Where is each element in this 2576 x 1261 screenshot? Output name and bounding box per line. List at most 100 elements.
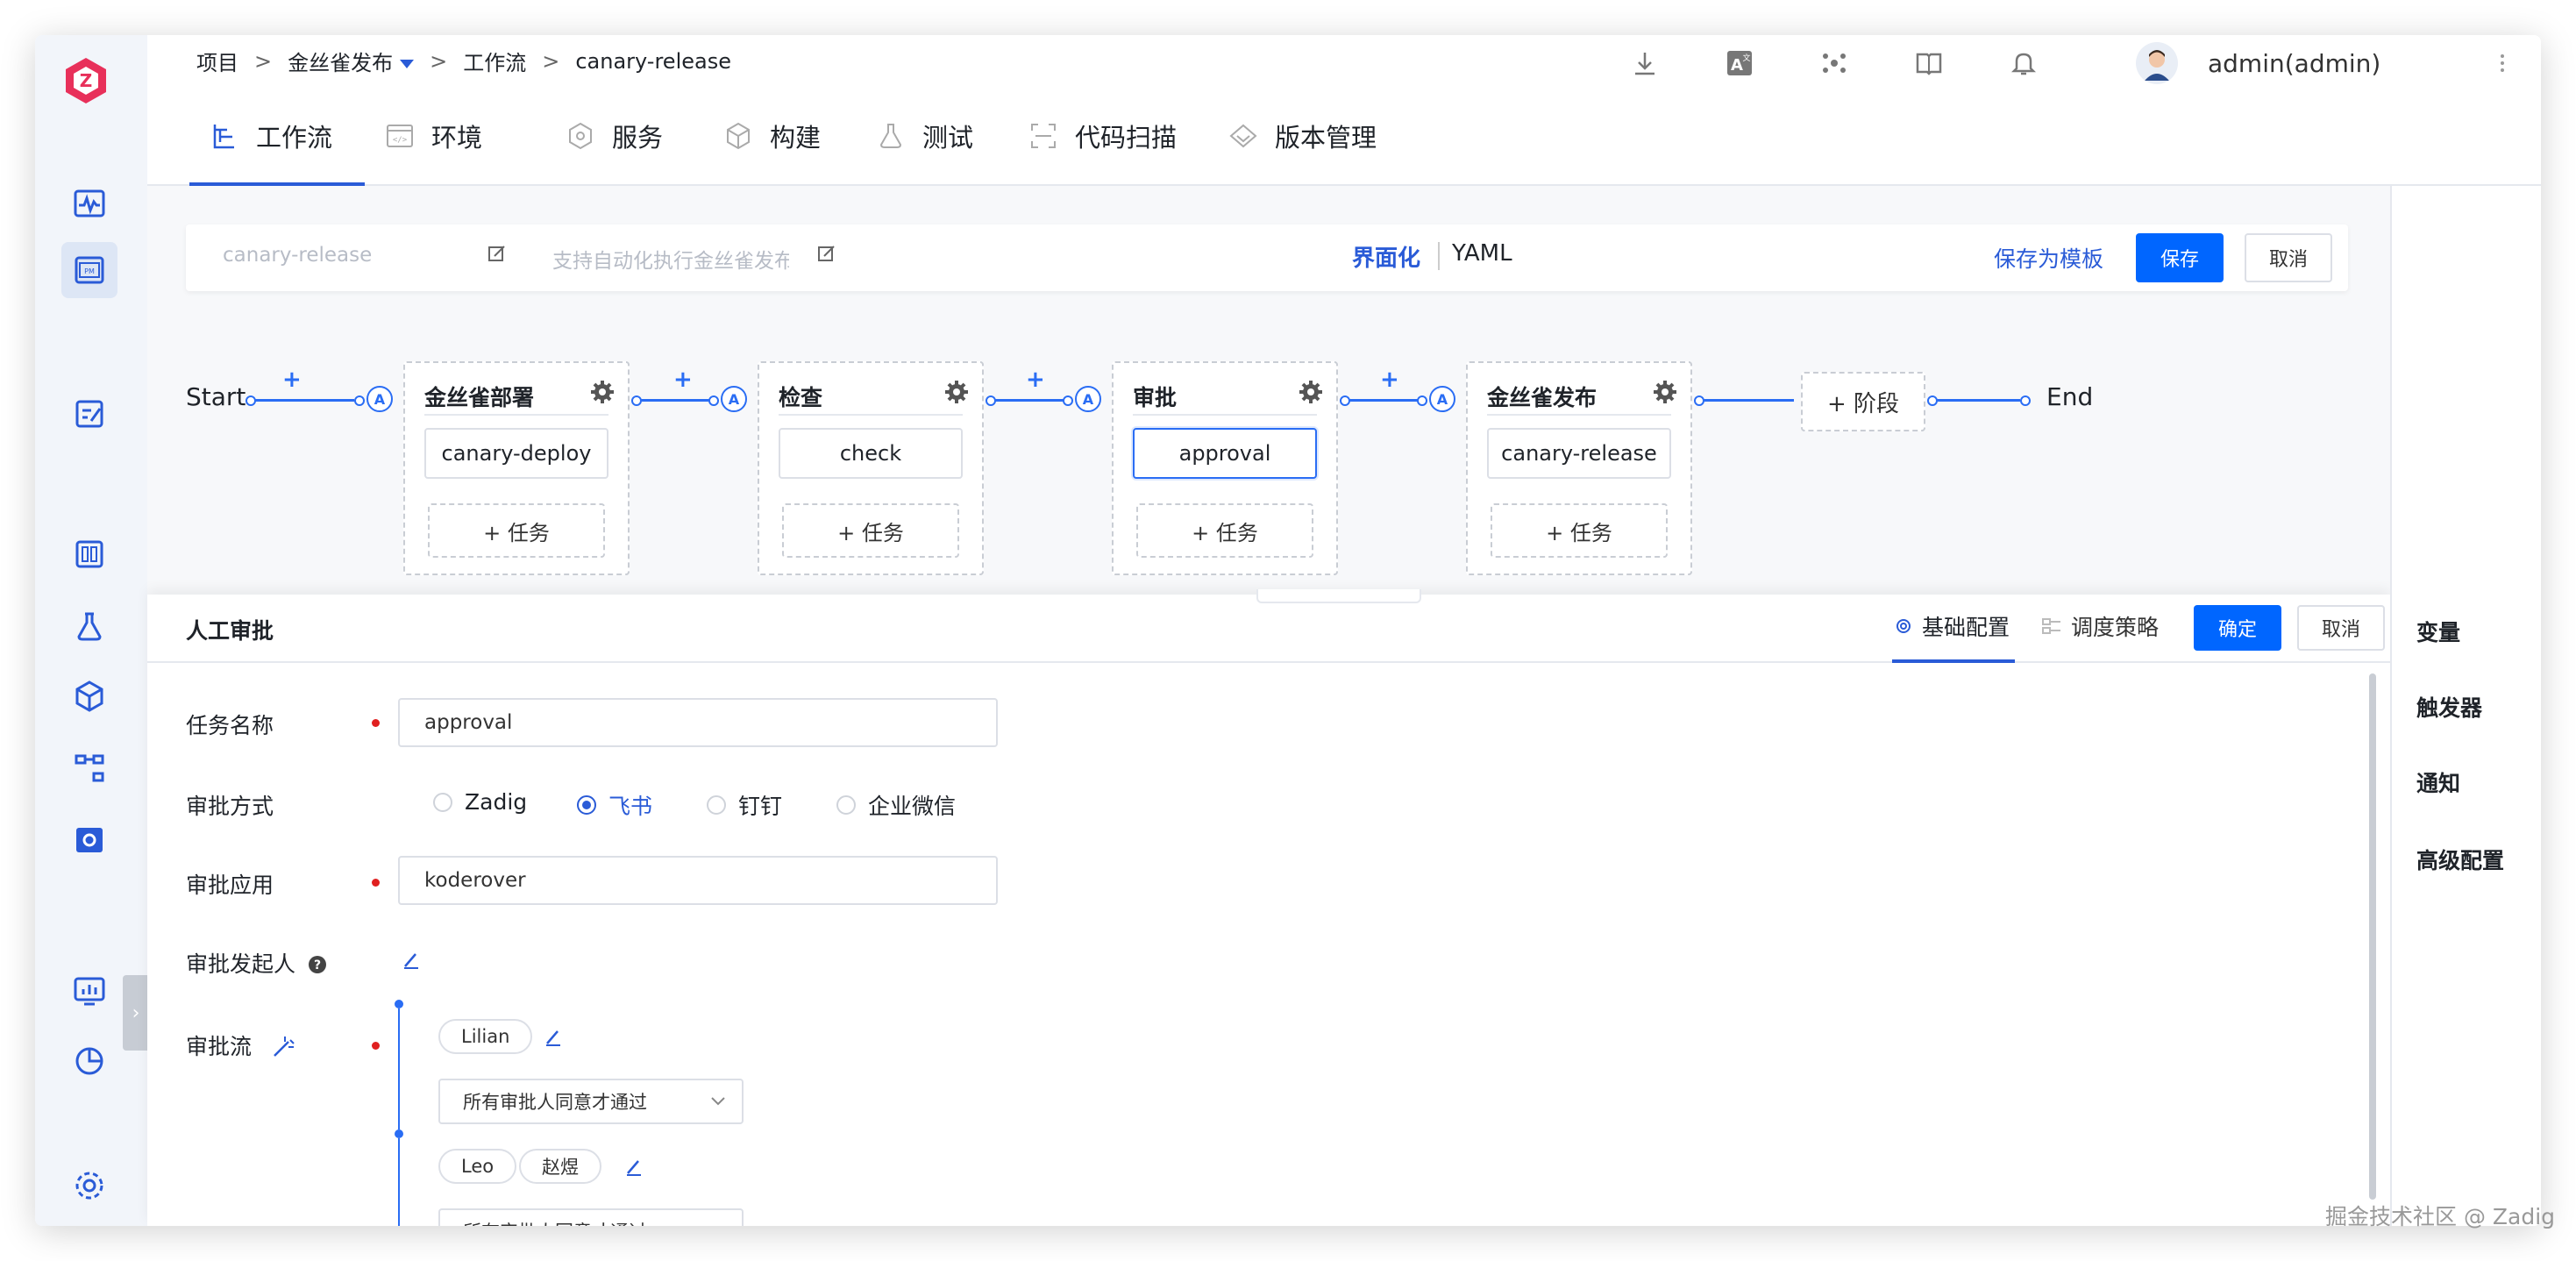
edit-description-icon[interactable] bbox=[817, 244, 838, 265]
zadig-logo[interactable]: Z bbox=[60, 54, 112, 107]
right-panel-advanced[interactable]: 高级配置 bbox=[2416, 844, 2504, 875]
job-chip-selected[interactable]: approval bbox=[1133, 428, 1317, 479]
translate-icon[interactable]: A文 bbox=[1724, 47, 1755, 79]
add-task-button[interactable]: + 任务 bbox=[782, 503, 959, 558]
add-task-button[interactable]: + 任务 bbox=[1136, 503, 1313, 558]
mode-ui-button[interactable]: 界面化 bbox=[1352, 240, 1420, 273]
job-chip[interactable]: canary-deploy bbox=[424, 428, 608, 479]
project-pm-icon[interactable]: PM bbox=[61, 242, 117, 298]
cancel-button[interactable]: 取消 bbox=[2245, 233, 2332, 282]
approval-rule-select[interactable]: 所有审批人同意才通过 bbox=[438, 1208, 744, 1226]
confirm-button[interactable]: 确定 bbox=[2194, 605, 2281, 651]
radio-zadig[interactable]: Zadig bbox=[433, 789, 527, 815]
job-chip[interactable]: check bbox=[779, 428, 963, 479]
tab-workflow-label: 工作流 bbox=[256, 123, 333, 153]
save-button[interactable]: 保存 bbox=[2136, 233, 2224, 282]
docs-book-icon[interactable] bbox=[1913, 47, 1945, 79]
edit-name-icon[interactable] bbox=[487, 244, 509, 265]
artifact-icon[interactable] bbox=[61, 526, 117, 582]
tab-schedule-strategy[interactable]: 调度策略 bbox=[2041, 610, 2159, 642]
approver-tag[interactable]: Leo bbox=[438, 1149, 517, 1184]
gear-icon[interactable] bbox=[61, 1158, 117, 1214]
mode-yaml-button[interactable]: YAML bbox=[1452, 240, 1512, 267]
download-icon[interactable] bbox=[1629, 47, 1661, 79]
add-stage-button[interactable]: + 阶段 bbox=[1801, 372, 1925, 431]
detail-scrollbar[interactable] bbox=[2369, 673, 2376, 1200]
topology-icon[interactable] bbox=[61, 740, 117, 796]
add-stage-plus[interactable]: + bbox=[282, 367, 302, 393]
chevron-down-icon bbox=[711, 1097, 725, 1106]
auto-run-marker[interactable]: A bbox=[1429, 386, 1455, 412]
add-stage-plus[interactable]: + bbox=[1380, 367, 1399, 393]
tab-workflow[interactable]: 工作流 bbox=[209, 105, 332, 167]
task-name-input[interactable]: approval bbox=[398, 698, 998, 747]
tab-service[interactable]: 服务 bbox=[565, 105, 663, 167]
magic-wand-icon[interactable] bbox=[269, 1035, 295, 1059]
code-scan-icon bbox=[1028, 120, 1059, 152]
pie-chart-icon[interactable] bbox=[61, 1033, 117, 1089]
stage-gear-icon[interactable] bbox=[589, 379, 616, 405]
approver-tag[interactable]: 赵煜 bbox=[519, 1149, 601, 1184]
radio-dingtalk[interactable]: 钉钉 bbox=[707, 789, 782, 821]
tab-build[interactable]: 构建 bbox=[722, 105, 821, 167]
approval-app-select[interactable]: koderover bbox=[398, 856, 998, 905]
tab-build-label: 构建 bbox=[770, 123, 822, 153]
sidebar-collapse-handle[interactable]: › bbox=[123, 975, 149, 1051]
save-as-template-button[interactable]: 保存为模板 bbox=[1994, 240, 2103, 275]
tab-code-scan[interactable]: 代码扫描 bbox=[1028, 105, 1177, 167]
tab-test[interactable]: 测试 bbox=[875, 105, 973, 167]
edit-initiator-icon[interactable] bbox=[402, 951, 421, 970]
stage-card[interactable]: 金丝雀发布 canary-release + 任务 bbox=[1466, 361, 1692, 575]
approval-flow-text: 审批流 bbox=[186, 1034, 253, 1059]
auto-run-marker[interactable]: A bbox=[1075, 386, 1101, 412]
module-tabs: 工作流 </> 环境 服务 构建 测试 代码扫描 版本管理 bbox=[147, 89, 2541, 186]
add-stage-plus[interactable]: + bbox=[1026, 367, 1045, 393]
right-panel-notifications[interactable]: 通知 bbox=[2416, 766, 2460, 798]
stage-card[interactable]: 金丝雀部署 canary-deploy + 任务 bbox=[403, 361, 630, 575]
tab-basic-config[interactable]: 基础配置 bbox=[1894, 610, 2010, 642]
flask-icon[interactable] bbox=[61, 598, 117, 654]
workflow-name-input[interactable]: canary-release bbox=[223, 244, 372, 267]
radio-circle bbox=[433, 792, 452, 812]
auto-run-marker[interactable]: A bbox=[366, 386, 393, 412]
detail-cancel-button[interactable]: 取消 bbox=[2297, 605, 2385, 651]
stage-card[interactable]: 检查 check + 任务 bbox=[758, 361, 984, 575]
right-panel-triggers[interactable]: 触发器 bbox=[2416, 691, 2482, 723]
approval-rule-select[interactable]: 所有审批人同意才通过 bbox=[438, 1079, 744, 1124]
svg-text:PM: PM bbox=[84, 267, 95, 275]
radio-circle-checked bbox=[577, 795, 596, 815]
radio-feishu[interactable]: 飞书 bbox=[577, 789, 652, 821]
radio-wecom[interactable]: 企业微信 bbox=[836, 789, 956, 821]
monitor-wave-icon[interactable] bbox=[61, 175, 117, 232]
approver-tag[interactable]: Lilian bbox=[438, 1019, 533, 1054]
auto-run-marker[interactable]: A bbox=[721, 386, 747, 412]
stage-card[interactable]: 审批 approval + 任务 bbox=[1112, 361, 1338, 575]
task-name-label: 任务名称 bbox=[186, 713, 274, 738]
tab-version[interactable]: 版本管理 bbox=[1228, 105, 1377, 167]
add-stage-plus[interactable]: + bbox=[673, 367, 693, 393]
tab-environment[interactable]: </> 环境 bbox=[384, 105, 482, 167]
editor-toolbar: canary-release 支持自动化执行金丝雀发布 界面化 YAML 保存为… bbox=[186, 224, 2348, 291]
stage-gear-icon[interactable] bbox=[943, 379, 970, 405]
edit-approvers-icon[interactable] bbox=[544, 1028, 563, 1047]
avatar[interactable] bbox=[2136, 42, 2178, 84]
package-icon[interactable] bbox=[61, 668, 117, 724]
help-icon[interactable]: ? bbox=[308, 955, 327, 974]
add-task-button[interactable]: + 任务 bbox=[1491, 503, 1668, 558]
edit-doc-icon[interactable] bbox=[61, 386, 117, 442]
job-chip[interactable]: canary-release bbox=[1487, 428, 1671, 479]
more-vertical-icon[interactable] bbox=[2487, 47, 2518, 79]
right-panel-variables[interactable]: 变量 bbox=[2416, 616, 2460, 647]
edit-approvers-icon[interactable] bbox=[624, 1158, 644, 1177]
bell-icon[interactable] bbox=[2008, 47, 2039, 79]
cluster-icon[interactable] bbox=[1818, 47, 1850, 79]
detail-title: 人工审批 bbox=[186, 618, 274, 644]
stage-gear-icon[interactable] bbox=[1298, 379, 1324, 405]
workflow-description-input[interactable]: 支持自动化执行金丝雀发布 bbox=[552, 244, 789, 274]
dashboard-icon[interactable] bbox=[61, 963, 117, 1019]
username[interactable]: admin(admin) bbox=[2208, 49, 2380, 78]
stage-gear-icon[interactable] bbox=[1652, 379, 1678, 405]
settings-box-icon[interactable] bbox=[61, 812, 117, 868]
add-task-button[interactable]: + 任务 bbox=[428, 503, 605, 558]
version-icon bbox=[1228, 120, 1259, 152]
